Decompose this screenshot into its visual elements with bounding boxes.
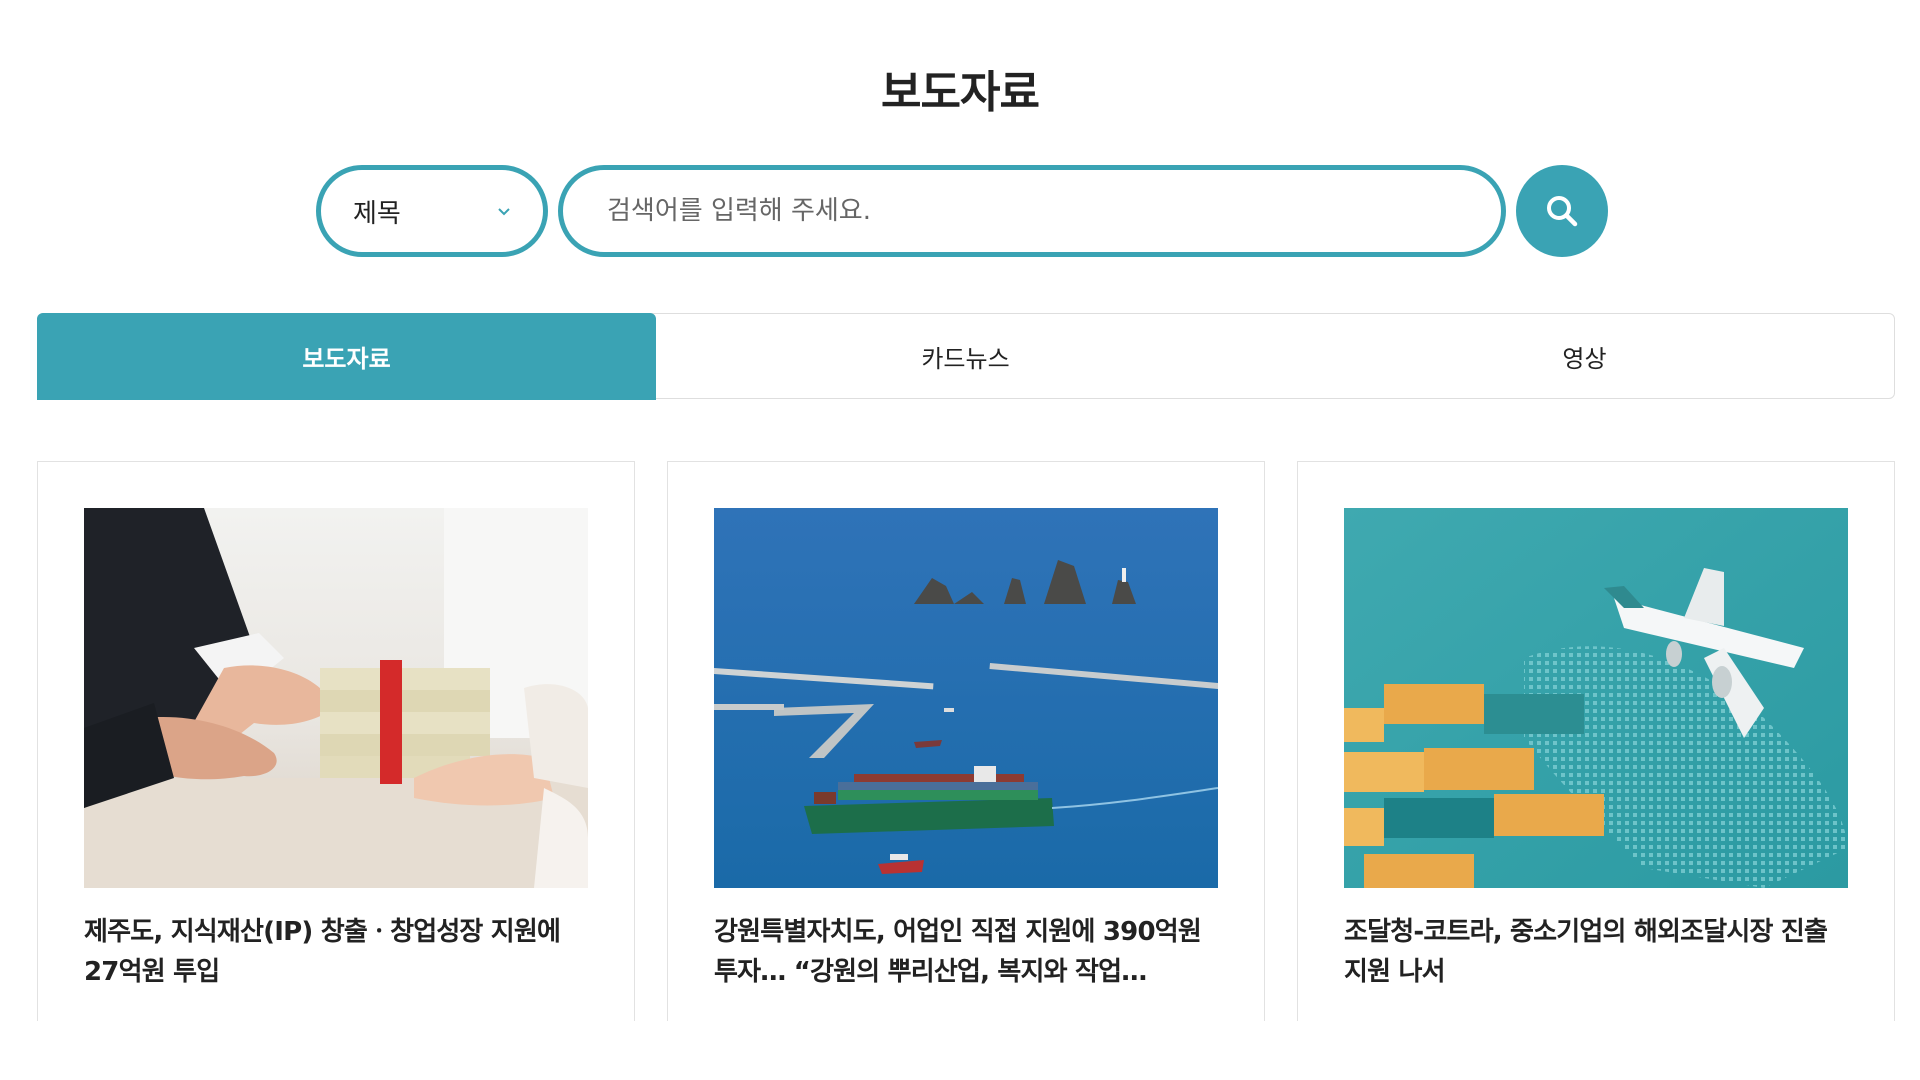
airplane-containers-image	[1344, 508, 1848, 888]
search-bar: 제목	[316, 165, 1608, 257]
article-grid: 제주도, 지식재산(IP) 창출ㆍ창업성장 지원에 27억원 투입 강원특별자치…	[37, 461, 1895, 1021]
article-thumbnail	[714, 508, 1218, 888]
chevron-down-icon	[498, 208, 510, 216]
article-thumbnail	[84, 508, 588, 888]
page-title: 보도자료	[881, 67, 1040, 118]
search-input[interactable]	[607, 196, 1457, 226]
tab-video[interactable]: 영상	[1275, 314, 1894, 398]
search-input-wrapper	[558, 165, 1506, 257]
article-title[interactable]: 제주도, 지식재산(IP) 창출ㆍ창업성장 지원에 27억원 투입	[84, 912, 588, 992]
money-handover-image	[84, 508, 588, 888]
article-card[interactable]: 강원특별자치도, 어업인 직접 지원에 390억원 투자… “강원의 뿌리산업,…	[667, 461, 1265, 1021]
category-tabs: 보도자료 카드뉴스 영상	[37, 313, 1895, 400]
search-icon	[1547, 196, 1578, 227]
article-card[interactable]: 제주도, 지식재산(IP) 창출ㆍ창업성장 지원에 27억원 투입	[37, 461, 635, 1021]
tab-card-news[interactable]: 카드뉴스	[656, 314, 1275, 398]
search-button[interactable]	[1516, 165, 1608, 257]
harbor-container-ship-image	[714, 508, 1218, 888]
search-field-select-value: 제목	[353, 198, 401, 229]
tab-press-release[interactable]: 보도자료	[37, 313, 656, 400]
article-card[interactable]: 조달청-코트라, 중소기업의 해외조달시장 진출 지원 나서	[1297, 461, 1895, 1021]
article-title[interactable]: 강원특별자치도, 어업인 직접 지원에 390억원 투자… “강원의 뿌리산업,…	[714, 912, 1218, 992]
search-field-select[interactable]: 제목	[316, 165, 548, 257]
article-title[interactable]: 조달청-코트라, 중소기업의 해외조달시장 진출 지원 나서	[1344, 912, 1848, 992]
article-thumbnail	[1344, 508, 1848, 888]
